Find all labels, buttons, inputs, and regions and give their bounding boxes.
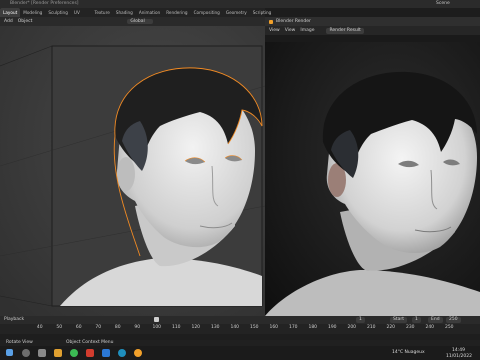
start-frame-label: Start	[390, 317, 407, 323]
frame-tick: 40	[36, 325, 43, 330]
render-info-bar: Frame:1 | Time:00:03.62 | Mem:2413.06M (…	[265, 35, 480, 52]
timeline-controls: Playback 1 Start 1 End 250	[0, 316, 480, 324]
frame-tick: 70	[95, 325, 102, 330]
blender-logo-icon	[269, 19, 273, 24]
render-header: View View Image Render Result	[265, 26, 480, 35]
task-view-icon[interactable]	[38, 349, 46, 357]
workspace-tabs: Layout Modeling Sculpting UV Editing Tex…	[0, 8, 271, 24]
frame-tick: 200	[347, 325, 357, 330]
app-icon[interactable]	[86, 349, 94, 357]
clock-date[interactable]: 11/01/2022	[446, 354, 472, 360]
window-title-bar: Blender* [Render Preferences] Scene	[0, 0, 480, 8]
frame-tick: 170	[288, 325, 298, 330]
render-image	[265, 42, 480, 316]
end-frame-label: End	[428, 317, 443, 323]
tab-geometry-nodes[interactable]: Geometry Nodes	[223, 8, 250, 24]
frame-tick: 50	[56, 325, 63, 330]
render-menu-view-2[interactable]: View	[285, 28, 296, 34]
window-title: Blender* [Render Preferences]	[10, 1, 79, 6]
tab-compositing[interactable]: Compositing	[191, 8, 223, 17]
object-menu[interactable]: Object	[18, 19, 33, 24]
render-window-title-bar: Blender Render	[265, 17, 480, 26]
play-icon[interactable]	[154, 317, 159, 322]
file-explorer-icon[interactable]	[54, 349, 62, 357]
windows-start-icon[interactable]	[6, 349, 13, 356]
render-slot-dropdown[interactable]: Render Result	[326, 27, 364, 34]
render-menu-image[interactable]: Image	[300, 28, 314, 34]
end-frame-field[interactable]: 250	[446, 317, 461, 323]
tab-modeling[interactable]: Modeling	[20, 8, 45, 17]
tab-sculpting[interactable]: Sculpting	[45, 8, 71, 17]
frame-tick: 140	[230, 325, 240, 330]
edge-icon[interactable]	[118, 349, 126, 357]
frame-tick: 160	[269, 325, 279, 330]
tab-shading[interactable]: Shading	[113, 8, 136, 17]
playback-menu[interactable]: Playback	[4, 317, 24, 323]
frame-tick: 60	[75, 325, 82, 330]
tab-layout[interactable]: Layout	[0, 8, 21, 17]
render-result-image	[265, 42, 480, 316]
frame-tick: 110	[171, 325, 181, 330]
search-icon[interactable]	[22, 349, 30, 357]
orientation-label: Global	[130, 19, 145, 24]
frame-tick: 80	[114, 325, 121, 330]
weather-widget[interactable]: 14°C Nuageux	[392, 350, 425, 356]
3d-viewport[interactable]: Item	[0, 26, 265, 316]
viewport-header: Add Object Global	[0, 17, 265, 26]
tab-animation[interactable]: Animation	[136, 8, 163, 17]
frame-tick: 230	[405, 325, 415, 330]
tab-texture-paint[interactable]: Texture Paint	[91, 8, 112, 24]
render-menu-view[interactable]: View	[269, 28, 280, 34]
os-taskbar: 14°C Nuageux 14:49 11/01/2022	[0, 346, 480, 360]
frame-tick: 120	[191, 325, 201, 330]
viewport-scene	[0, 26, 265, 316]
frame-tick: 130	[210, 325, 220, 330]
blender-taskbar-icon[interactable]	[134, 349, 142, 357]
frame-tick: 240	[425, 325, 435, 330]
scene-selector[interactable]: Scene	[436, 1, 450, 7]
orientation-dropdown[interactable]: Global	[127, 19, 153, 24]
tab-rendering[interactable]: Rendering	[163, 8, 190, 17]
frame-tick: 90	[134, 325, 141, 330]
timeline-ruler[interactable]: 40 50 60 70 80 90 100 110 120 130 140 15…	[0, 324, 480, 334]
render-window-title: Blender Render	[276, 18, 311, 24]
add-menu[interactable]: Add	[4, 19, 13, 24]
current-frame-field[interactable]: 1	[356, 317, 365, 323]
tab-uv-editing[interactable]: UV Editing	[71, 8, 92, 24]
frame-tick: 180	[308, 325, 318, 330]
frame-tick: 150	[249, 325, 259, 330]
frame-tick: 190	[327, 325, 337, 330]
frame-tick: 210	[366, 325, 376, 330]
start-frame-field[interactable]: 1	[412, 317, 421, 323]
mail-icon[interactable]	[102, 349, 110, 357]
frame-tick: 220	[386, 325, 396, 330]
chrome-icon[interactable]	[70, 349, 78, 357]
tab-scripting[interactable]: Scripting	[250, 8, 275, 17]
frame-tick: 250	[444, 325, 454, 330]
frame-tick: 100	[152, 325, 162, 330]
